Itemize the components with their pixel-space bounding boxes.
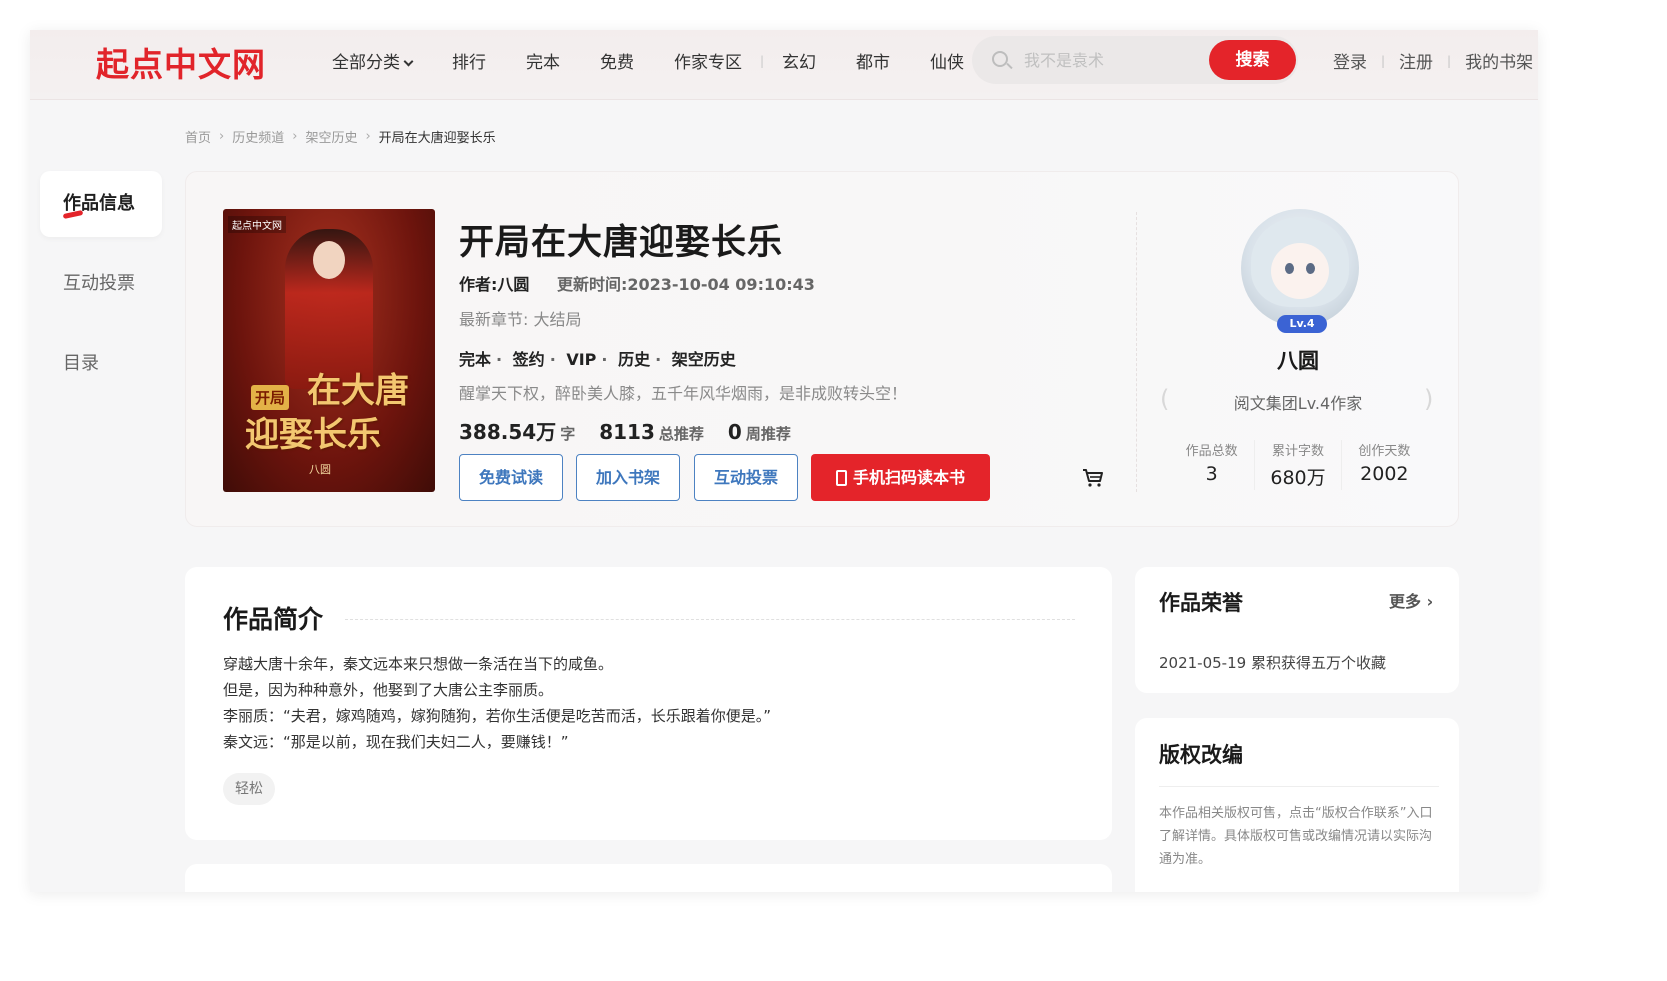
link-separator: | [1381, 53, 1386, 68]
intro-text: 穿越大唐十余年，秦文远本来只想做一条活在当下的咸鱼。 但是，因为种种意外，他娶到… [223, 655, 772, 751]
copyright-heading: 版权改编 [1159, 743, 1243, 767]
nav-writer-zone[interactable]: 作家专区 [674, 48, 742, 73]
honor-card: 作品荣誉 更多 › 2021-05-19 累积获得五万个收藏 [1135, 567, 1459, 693]
author-stat-days: 创作天数 2002 [1358, 444, 1411, 485]
tag-vip: VIP [566, 350, 597, 369]
chevron-right-icon: › [292, 129, 298, 144]
intro-card: 作品简介 穿越大唐十余年，秦文远本来只想做一条活在当下的咸鱼。 但是，因为种种意… [185, 567, 1112, 840]
cover-logo-badge: 起点中文网 [228, 216, 286, 233]
nav-dushi[interactable]: 都市 [856, 48, 890, 73]
book-slogan: 醒掌天下权，醉卧美人膝，五千年风华烟雨，是非成败转头空！ [459, 384, 908, 403]
total-recommend: 8113 [599, 420, 655, 444]
search-input[interactable] [1024, 48, 1194, 72]
nav-free[interactable]: 免费 [600, 48, 634, 73]
search-button[interactable]: 搜索 [1209, 40, 1296, 80]
cover-title: 在大唐 迎娶长乐 [245, 371, 409, 455]
search-icon [992, 51, 1008, 67]
book-author[interactable]: 作者:八圆 [459, 275, 529, 294]
side-tab-catalog[interactable]: 目录 [40, 331, 162, 397]
week-recommend: 0 [727, 420, 742, 444]
word-count-unit: 字 [560, 425, 576, 443]
scan-read-label: 手机扫码读本书 [852, 468, 965, 487]
bookshelf-link[interactable]: 我的书架 [1465, 48, 1533, 73]
book-info-card: 起点中文网 在大唐 迎娶长乐 开局 八圆 开局在大唐迎娶长乐 作者:八圆 更新时间… [185, 171, 1459, 527]
nav-rank[interactable]: 排行 [452, 48, 486, 73]
honor-item: 2021-05-19 累积获得五万个收藏 [1159, 654, 1386, 672]
site-logo[interactable]: 起点中文网 [96, 38, 266, 86]
book-tags: 完本 · 签约 · VIP · 历史 · 架空历史 [459, 350, 736, 369]
chevron-right-icon: › [219, 129, 225, 144]
breadcrumb-home[interactable]: 首页 [185, 127, 211, 146]
author-stat-words: 累计字数 680万 [1255, 440, 1342, 490]
side-tab-vote[interactable]: 互动投票 [40, 251, 162, 317]
chevron-down-icon [403, 56, 414, 67]
nav-separator: | [760, 53, 765, 68]
update-time: 更新时间:2023-10-04 09:10:43 [556, 275, 815, 294]
breadcrumb-channel[interactable]: 历史频道 [232, 127, 284, 146]
nav-finished[interactable]: 完本 [526, 48, 560, 73]
tag-signed: 签约 [512, 350, 545, 369]
phone-icon [835, 470, 847, 486]
chevron-right-icon: › [365, 129, 371, 144]
side-tab-label: 作品信息 [63, 193, 135, 214]
copyright-card: 版权改编 本作品相关版权可售，点击“版权合作联系”入口了解详情。具体版权可售或改… [1135, 718, 1459, 892]
main-nav: 全部分类 排行 完本 免费 作家专区 | 玄幻 都市 仙侠 [332, 48, 1004, 73]
free-read-button[interactable]: 免费试读 [459, 454, 563, 501]
cover-author: 八圆 [309, 463, 331, 476]
copyright-text: 本作品相关版权可售，点击“版权合作联系”入口了解详情。具体版权可售或改编情况请以… [1159, 806, 1433, 867]
tag-channel[interactable]: 历史 [618, 350, 650, 369]
book-cover[interactable]: 起点中文网 在大唐 迎娶长乐 开局 八圆 [223, 209, 435, 492]
user-links: 登录 | 注册 | 我的书架 [1333, 48, 1533, 73]
cover-face [313, 241, 345, 279]
author-name[interactable]: 八圆 [1136, 345, 1460, 375]
intro-heading: 作品简介 [223, 605, 324, 634]
login-link[interactable]: 登录 [1333, 48, 1367, 73]
heading-divider [1159, 786, 1439, 787]
register-link[interactable]: 注册 [1399, 48, 1433, 73]
book-meta: 作者:八圆 更新时间:2023-10-04 09:10:43 [459, 271, 815, 295]
author-level-badge: Lv.4 [1277, 315, 1327, 333]
cart-icon[interactable] [1082, 468, 1104, 488]
total-recommend-unit: 总推荐 [658, 425, 704, 443]
breadcrumb-category[interactable]: 架空历史 [305, 127, 357, 146]
latest-chapter[interactable]: 最新章节: 大结局 [459, 306, 581, 330]
heading-divider [345, 619, 1075, 620]
breadcrumb: 首页 › 历史频道 › 架空历史 › 开局在大唐迎娶长乐 [185, 127, 496, 146]
week-recommend-unit: 周推荐 [745, 425, 791, 443]
nav-all-categories[interactable]: 全部分类 [332, 48, 414, 73]
genre-tag[interactable]: 轻松 [223, 773, 275, 805]
tag-status: 完本 [459, 350, 492, 369]
browser-window: 起点中文网 全部分类 排行 完本 免费 作家专区 | 玄幻 都市 仙侠 搜索 登… [30, 30, 1538, 892]
word-count: 388.54万 [459, 420, 557, 444]
more-link[interactable]: 更多 › [1389, 588, 1433, 612]
link-separator: | [1447, 53, 1452, 68]
search-box: 搜索 [972, 36, 1298, 84]
breadcrumb-current: 开局在大唐迎娶长乐 [378, 131, 496, 146]
add-bookshelf-button[interactable]: 加入书架 [576, 454, 680, 501]
chevron-right-icon: › [1426, 592, 1434, 611]
cover-tag: 开局 [251, 385, 290, 410]
nav-xuanhuan[interactable]: 玄幻 [782, 48, 816, 73]
laurel-right-icon: ) [1424, 385, 1434, 413]
book-stats: 388.54万字 8113 总推荐 0 周推荐 [459, 416, 815, 445]
author-role: 阅文集团Lv.4作家 [1233, 394, 1363, 413]
author-stat-works: 作品总数 3 [1169, 440, 1256, 490]
next-section-card [185, 864, 1112, 892]
scan-read-button[interactable]: 手机扫码读本书 [811, 454, 990, 501]
vote-button[interactable]: 互动投票 [694, 454, 798, 501]
honor-heading: 作品荣誉 [1159, 591, 1243, 615]
author-avatar[interactable] [1241, 209, 1359, 327]
nav-xianxia[interactable]: 仙侠 [930, 48, 964, 73]
tag-subcategory[interactable]: 架空历史 [672, 350, 736, 369]
side-tab-book-info[interactable]: 作品信息 [40, 171, 162, 237]
book-title: 开局在大唐迎娶长乐 [459, 223, 784, 263]
top-navbar: 起点中文网 全部分类 排行 完本 免费 作家专区 | 玄幻 都市 仙侠 搜索 登… [30, 30, 1538, 100]
author-stats: 作品总数 3 累计字数 680万 创作天数 2002 [1169, 440, 1427, 490]
